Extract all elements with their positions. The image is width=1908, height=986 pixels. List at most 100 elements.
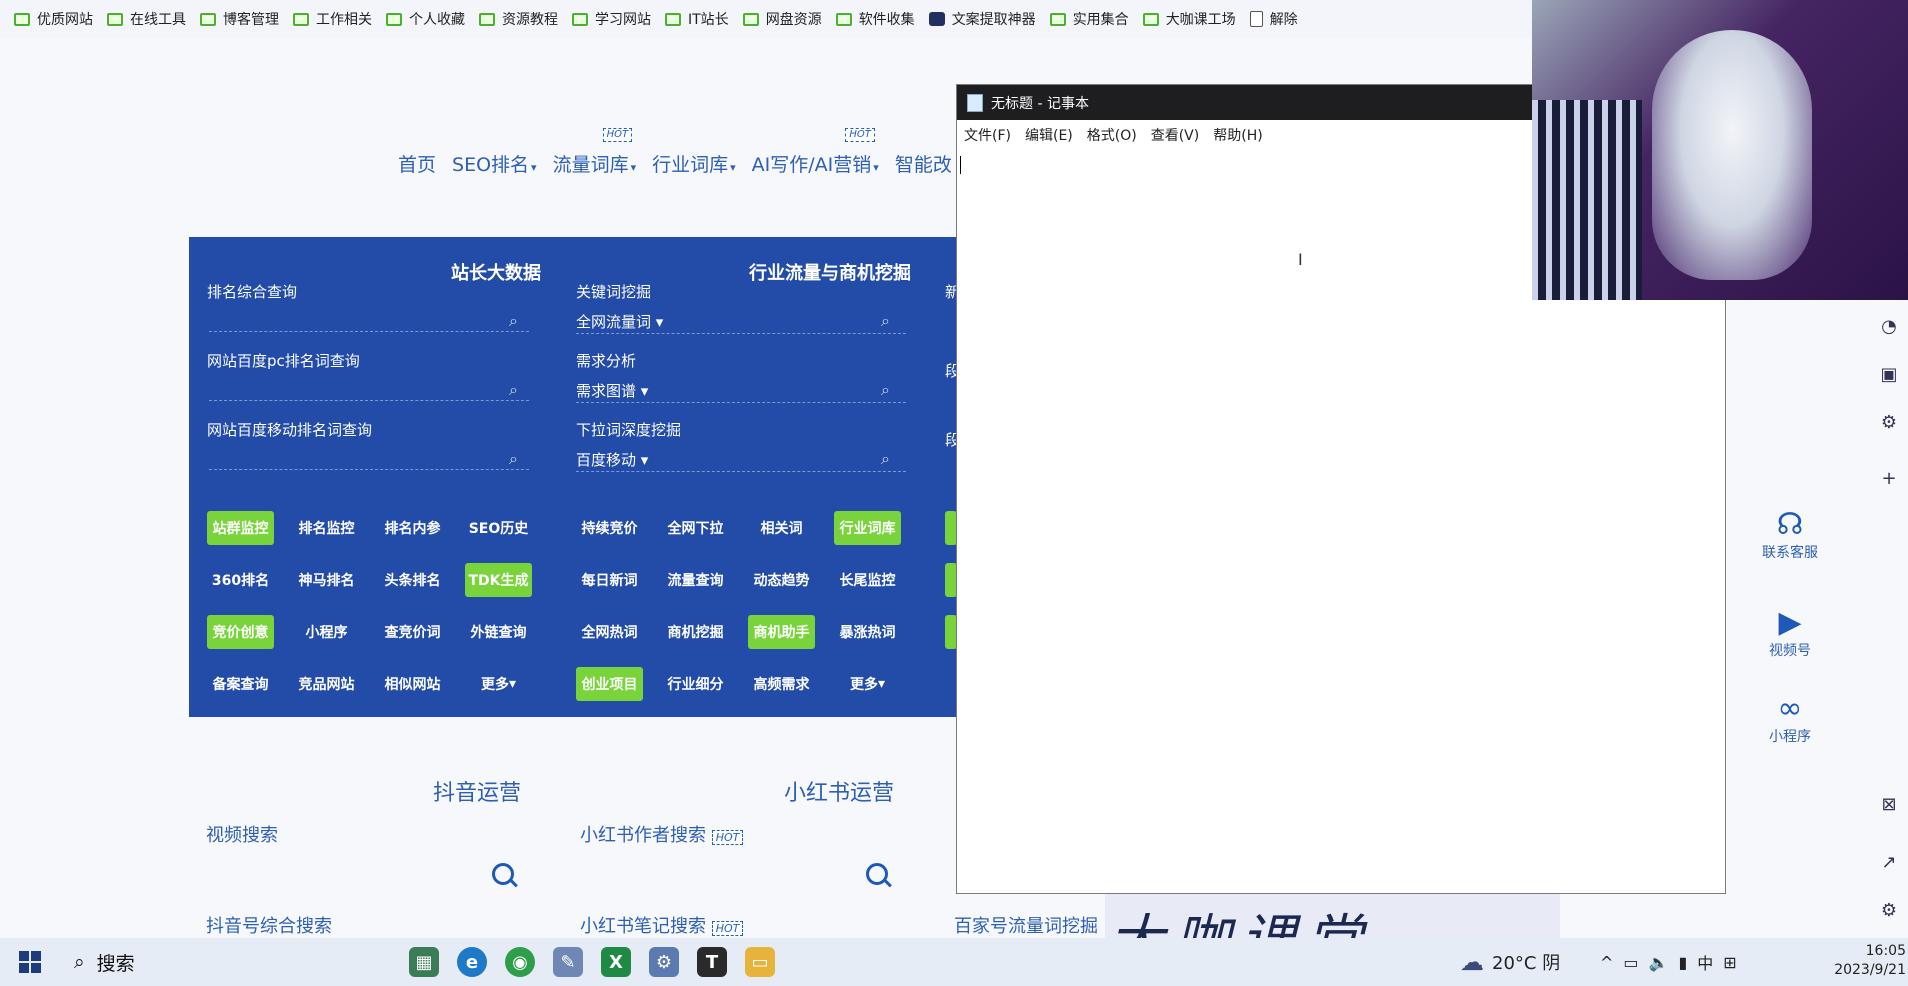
quick-button[interactable]: 行业细分	[662, 667, 729, 701]
search-icon[interactable]: ⌕	[881, 449, 890, 469]
nav-traffic[interactable]: HOT 流量词库 ▾	[553, 128, 636, 177]
mini-program[interactable]: ∞ 小程序	[1750, 692, 1830, 746]
external-link-icon[interactable]: ↗	[1878, 852, 1900, 874]
notepad-menu-item[interactable]: 查看(V)	[1151, 125, 1200, 145]
quick-button[interactable]: 360排名	[207, 563, 274, 597]
taskbar-app-excel[interactable]: X	[592, 938, 640, 986]
bookmark-item[interactable]: 优质网站	[14, 9, 93, 29]
input-underline[interactable]	[209, 469, 529, 470]
input-method-icon[interactable]: ⊞	[1723, 953, 1736, 972]
bookmark-item[interactable]: 个人收藏	[386, 9, 465, 29]
quick-button[interactable]: 头条排名	[379, 563, 446, 597]
network-icon[interactable]: ▭	[1623, 953, 1638, 972]
taskbar-app-typora[interactable]: T	[688, 938, 736, 986]
search-icon[interactable]	[492, 863, 514, 885]
quick-button[interactable]: 商机挖掘	[662, 615, 729, 649]
xhs-notes-link[interactable]: 小红书笔记搜索 HOT	[580, 912, 744, 938]
input-underline[interactable]	[576, 471, 906, 472]
weather-widget[interactable]: ☁ 20°C 阴	[1460, 938, 1560, 986]
search-icon[interactable]: ⌕	[881, 380, 890, 400]
input-underline[interactable]	[209, 331, 529, 332]
quick-button[interactable]: 神马排名	[293, 563, 360, 597]
quick-button[interactable]: 相关词	[748, 511, 815, 545]
ime-indicator[interactable]: 中	[1697, 950, 1713, 974]
quick-button[interactable]: 商机助手	[748, 615, 815, 649]
quick-button[interactable]: 小程序	[293, 615, 360, 649]
gear-icon[interactable]: ⚙	[1878, 412, 1900, 434]
video-search-link[interactable]: 视频搜索	[206, 821, 278, 847]
taskbar-app-tools[interactable]: ▦	[400, 938, 448, 986]
circle-icon[interactable]: ◔	[1878, 316, 1900, 338]
plus-icon[interactable]: +	[1878, 468, 1900, 490]
bookmark-item[interactable]: 学习网站	[572, 9, 651, 29]
quick-button[interactable]: 长尾监控	[834, 563, 901, 597]
notepad-menu-item[interactable]: 文件(F)	[964, 125, 1011, 145]
taskbar-app-settings[interactable]: ⚙	[640, 938, 688, 986]
chevron-up-icon[interactable]: ^	[1600, 953, 1613, 972]
bookmark-item[interactable]: 网盘资源	[742, 9, 822, 29]
quick-button[interactable]: 更多 ▾	[465, 667, 532, 701]
quick-button[interactable]: 全网下拉	[662, 511, 729, 545]
bookmark-item[interactable]: 工作相关	[293, 9, 372, 29]
notepad-menu-item[interactable]: 帮助(H)	[1213, 125, 1262, 145]
taskbar-app-chrome[interactable]: ◉	[496, 938, 544, 986]
quick-button[interactable]: 竞品网站	[293, 667, 360, 701]
nav-ai[interactable]: HOT AI写作/AI营销 ▾	[752, 128, 879, 177]
bookmark-item[interactable]: 在线工具	[107, 9, 186, 29]
nav-seo[interactable]: SEO排名 ▾	[452, 150, 537, 177]
quick-button[interactable]: 行业词库	[834, 511, 901, 545]
search-icon[interactable]: ⌕	[509, 380, 518, 400]
quick-button[interactable]: 备案查询	[207, 667, 274, 701]
app-icon[interactable]: ▣	[1878, 364, 1900, 386]
close-box-icon[interactable]: ⊠	[1878, 794, 1900, 816]
quick-button[interactable]: TDK生成	[465, 563, 532, 597]
quick-button[interactable]: 持续竞价	[576, 511, 643, 545]
bookmark-item[interactable]: 文案提取神器	[928, 9, 1036, 29]
quick-button[interactable]: 排名监控	[293, 511, 360, 545]
quick-button[interactable]: 流量查询	[662, 563, 729, 597]
bookmark-item[interactable]: 软件收集	[835, 9, 915, 29]
quick-button[interactable]: 站群监控	[207, 511, 274, 545]
bookmark-item[interactable]: 实用集合	[1049, 9, 1129, 29]
search-icon[interactable]	[866, 863, 888, 885]
bookmark-item[interactable]: 资源教程	[479, 9, 558, 29]
bookmark-item[interactable]: 博客管理	[200, 9, 279, 29]
clock[interactable]: 16:05 2023/9/21	[1820, 942, 1906, 980]
start-button[interactable]	[0, 938, 60, 986]
search-icon[interactable]: ⌕	[881, 311, 890, 331]
video-channel[interactable]: ▶ 视频号	[1750, 606, 1830, 660]
xhs-author-link[interactable]: 小红书作者搜索 HOT	[580, 821, 744, 847]
notepad-menu-item[interactable]: 格式(O)	[1087, 125, 1137, 145]
bookmark-item[interactable]: 大咖课工场	[1142, 9, 1236, 29]
contact-service[interactable]: ☊ 联系客服	[1750, 508, 1830, 562]
quick-button[interactable]: 竞价创意	[207, 615, 274, 649]
settings-icon[interactable]: ⚙	[1878, 900, 1900, 922]
bookmark-item[interactable]: 解除	[1249, 9, 1298, 29]
quick-button[interactable]: 动态趋势	[748, 563, 815, 597]
quick-button[interactable]: 每日新词	[576, 563, 643, 597]
search-icon[interactable]: ⌕	[509, 311, 518, 331]
input-underline[interactable]	[576, 333, 906, 334]
taskbar-app-edge[interactable]: e	[448, 938, 496, 986]
quick-button[interactable]: SEO历史	[465, 511, 532, 545]
baijia-link[interactable]: 百家号流量词挖掘	[954, 912, 1098, 938]
quick-button[interactable]: 高频需求	[748, 667, 815, 701]
notepad-menu-item[interactable]: 编辑(E)	[1025, 125, 1073, 145]
taskbar-app-notepad[interactable]: ✎	[544, 938, 592, 986]
quick-button[interactable]: 外链查询	[465, 615, 532, 649]
quick-button[interactable]: 更多 ▾	[834, 667, 901, 701]
select-dropdown[interactable]: 需求图谱 ▾	[576, 380, 648, 401]
quick-button[interactable]: 相似网站	[379, 667, 446, 701]
select-dropdown[interactable]: 百度移动 ▾	[576, 449, 648, 470]
quick-button[interactable]: 暴涨热词	[834, 615, 901, 649]
volume-icon[interactable]: 🔈	[1649, 953, 1669, 972]
battery-icon[interactable]: ▮	[1678, 953, 1687, 972]
input-underline[interactable]	[209, 400, 529, 401]
nav-smart[interactable]: 智能改	[895, 150, 952, 177]
douyin-search-link[interactable]: 抖音号综合搜索	[206, 912, 332, 938]
quick-button[interactable]: 全网热词	[576, 615, 643, 649]
nav-home[interactable]: 首页	[398, 150, 436, 177]
quick-button[interactable]: 创业项目	[576, 667, 643, 701]
quick-button[interactable]: 查竞价词	[379, 615, 446, 649]
input-underline[interactable]	[576, 402, 906, 403]
